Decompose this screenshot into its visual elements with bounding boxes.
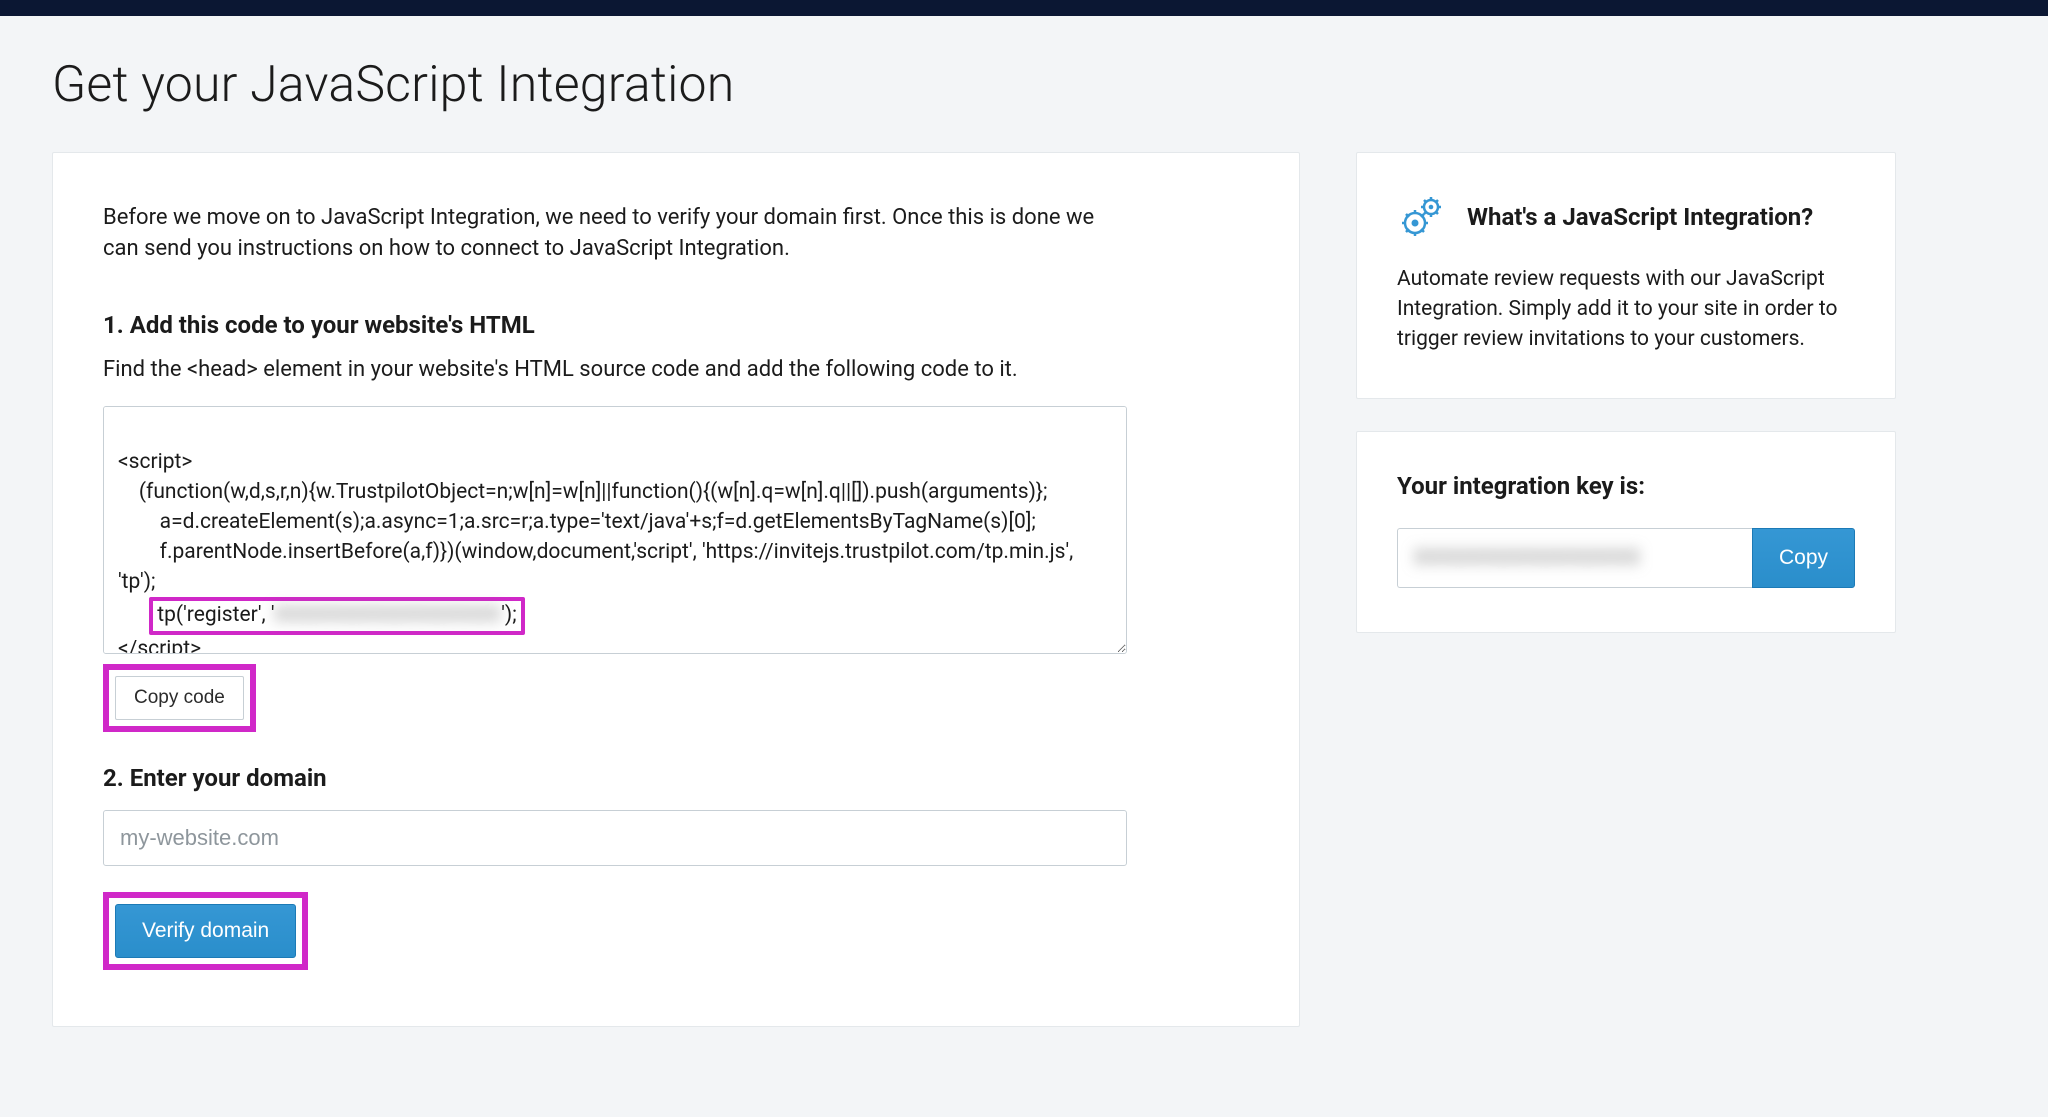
domain-input[interactable] xyxy=(103,810,1127,866)
code-line: (function(w,d,s,r,n){w.TrustpilotObject=… xyxy=(118,480,1047,504)
step2-heading: 2. Enter your domain xyxy=(103,764,1249,792)
integration-key-label: Your integration key is: xyxy=(1397,472,1855,500)
integration-key-card: Your integration key is: XXXXXXXXXXXXXXX… xyxy=(1356,431,1896,633)
page-title: Get your JavaScript Integration xyxy=(52,56,1996,114)
layout: Before we move on to JavaScript Integrat… xyxy=(52,152,1996,1027)
copy-key-button[interactable]: Copy xyxy=(1752,528,1855,588)
code-line: </script> xyxy=(118,637,201,653)
code-line: 'tp'); xyxy=(118,570,155,594)
main-card: Before we move on to JavaScript Integrat… xyxy=(52,152,1300,1027)
page: Get your JavaScript Integration Before w… xyxy=(0,16,2048,1087)
step1-heading: 1. Add this code to your website's HTML xyxy=(103,311,1249,339)
step1-description: Find the <head> element in your website'… xyxy=(103,357,1249,382)
verify-highlight: Verify domain xyxy=(103,892,1249,970)
code-line: <script> xyxy=(118,450,192,474)
info-card: What's a JavaScript Integration? Automat… xyxy=(1356,152,1896,399)
copy-code-highlight: Copy code xyxy=(103,664,1249,732)
verify-domain-button[interactable]: Verify domain xyxy=(115,904,296,958)
intro-text: Before we move on to JavaScript Integrat… xyxy=(103,203,1123,265)
info-title: What's a JavaScript Integration? xyxy=(1467,203,1813,231)
top-bar xyxy=(0,0,2048,16)
sidebar: What's a JavaScript Integration? Automat… xyxy=(1356,152,1896,633)
code-line: f.parentNode.insertBefore(a,f)})(window,… xyxy=(118,540,1073,564)
integration-key-field[interactable]: XXXXXXXXXXXXXXXX xyxy=(1397,528,1752,588)
gears-icon xyxy=(1397,193,1445,241)
code-register-highlight: tp('register', 'XXXXXXXXXXXXXXXX'); xyxy=(118,603,525,627)
code-line: a=d.createElement(s);a.async=1;a.src=r;a… xyxy=(118,510,1036,534)
copy-code-button[interactable]: Copy code xyxy=(115,676,244,720)
integration-key-value: XXXXXXXXXXXXXXXX xyxy=(1414,546,1641,570)
code-snippet-textarea[interactable]: <script> (function(w,d,s,r,n){w.Trustpil… xyxy=(103,406,1127,654)
info-body: Automate review requests with our JavaSc… xyxy=(1397,265,1855,354)
